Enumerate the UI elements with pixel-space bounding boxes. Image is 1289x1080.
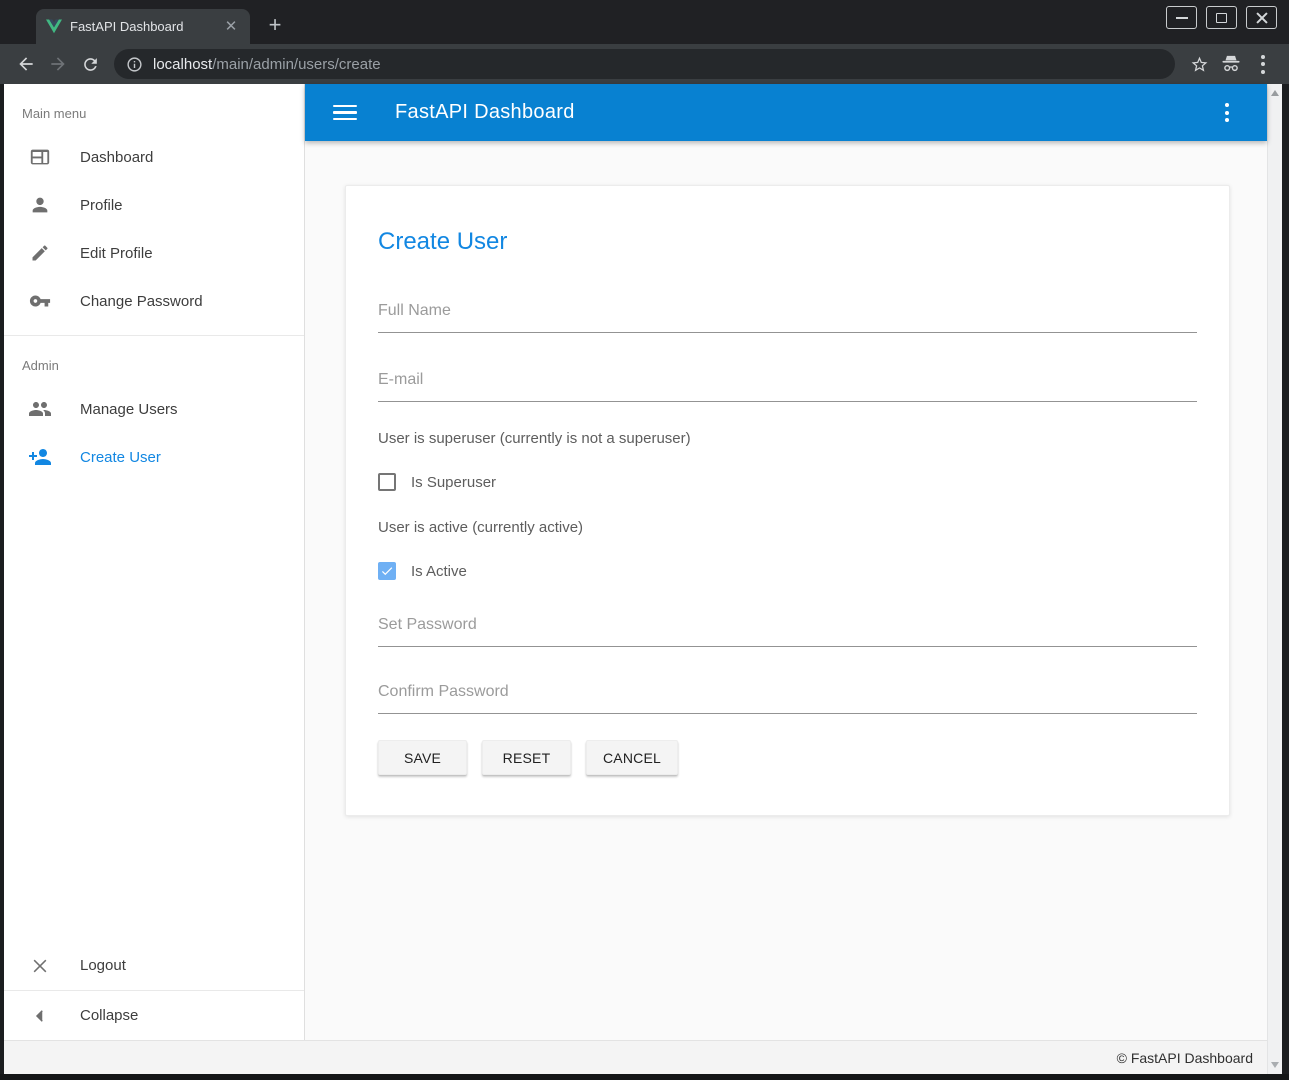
browser-titlebar: FastAPI Dashboard ✕ + (0, 0, 1289, 44)
checkmark-icon (380, 564, 394, 578)
url-path: /main/admin/users/create (212, 56, 380, 73)
dashboard-icon (28, 145, 52, 169)
sidebar-item-change-password[interactable]: Change Password (4, 277, 304, 325)
sidebar: Main menu Dashboard Profile (4, 84, 305, 1040)
appbar: FastAPI Dashboard (305, 84, 1267, 141)
page-scrollbar[interactable] (1267, 84, 1282, 1074)
page-title: Create User (378, 228, 1197, 256)
sidebar-bottom: Logout Collapse (4, 941, 304, 1040)
page-content: Create User User is superuser (currently… (305, 141, 1267, 1040)
save-button[interactable]: SAVE (378, 740, 467, 775)
full-name-input[interactable] (378, 302, 1197, 333)
scroll-up-icon[interactable] (1271, 90, 1279, 96)
sidebar-item-profile[interactable]: Profile (4, 181, 304, 229)
appbar-menu-button[interactable] (1209, 95, 1245, 131)
sidebar-item-logout[interactable]: Logout (4, 941, 304, 990)
superuser-note: User is superuser (currently is not a su… (378, 430, 1197, 447)
is-superuser-checkbox-row[interactable]: Is Superuser (378, 473, 1197, 491)
email-input[interactable] (378, 371, 1197, 402)
is-active-label: Is Active (411, 563, 467, 580)
window-right-border (1282, 84, 1289, 1074)
active-note: User is active (currently active) (378, 519, 1197, 536)
back-icon (16, 54, 36, 74)
sidebar-item-label: Logout (80, 957, 126, 974)
footer-copyright: © FastAPI Dashboard (1117, 1050, 1253, 1066)
back-button[interactable] (10, 48, 42, 80)
main-area: FastAPI Dashboard Create User Use (305, 84, 1267, 1040)
maximize-button[interactable] (1206, 6, 1237, 29)
tab-title: FastAPI Dashboard (70, 19, 222, 34)
close-window-button[interactable] (1246, 6, 1277, 29)
sidebar-item-create-user[interactable]: Create User (4, 433, 304, 481)
sidebar-item-collapse[interactable]: Collapse (4, 991, 304, 1040)
is-active-checkbox[interactable] (378, 562, 396, 580)
incognito-indicator (1215, 48, 1247, 80)
sidebar-item-edit-profile[interactable]: Edit Profile (4, 229, 304, 277)
browser-window: FastAPI Dashboard ✕ + localhost/main/adm… (0, 0, 1289, 1080)
create-user-card: Create User User is superuser (currently… (345, 185, 1230, 816)
set-password-input[interactable] (378, 616, 1197, 647)
appbar-title: FastAPI Dashboard (395, 101, 1209, 124)
sidebar-item-label: Profile (80, 197, 123, 214)
new-tab-button[interactable]: + (262, 13, 288, 39)
people-icon (28, 397, 52, 421)
address-bar[interactable]: localhost/main/admin/users/create (114, 49, 1175, 79)
bookmark-button[interactable] (1183, 48, 1215, 80)
bookmark-star-icon (1190, 55, 1209, 74)
window-controls (1166, 6, 1277, 29)
browser-menu-button[interactable] (1247, 48, 1279, 80)
sidebar-section-label: Admin (4, 358, 304, 385)
reload-button[interactable] (74, 48, 106, 80)
sidebar-section-admin: Admin Manage Users Create User (4, 336, 304, 481)
cancel-button[interactable]: CANCEL (586, 740, 678, 775)
sidebar-item-label: Dashboard (80, 149, 153, 166)
sidebar-item-label: Collapse (80, 1007, 138, 1024)
pencil-icon (28, 241, 52, 265)
maximize-icon (1216, 13, 1227, 23)
sidebar-item-dashboard[interactable]: Dashboard (4, 133, 304, 181)
scroll-down-icon[interactable] (1271, 1062, 1279, 1068)
browser-toolbar: localhost/main/admin/users/create (0, 44, 1289, 84)
hamburger-icon (333, 101, 357, 125)
forward-icon (48, 54, 68, 74)
reload-icon (81, 55, 100, 74)
sidebar-item-label: Manage Users (80, 401, 178, 418)
sidebar-item-label: Edit Profile (80, 245, 153, 262)
is-superuser-label: Is Superuser (411, 474, 496, 491)
form-actions: SAVE RESET CANCEL (378, 740, 1197, 775)
forward-button[interactable] (42, 48, 74, 80)
appbar-kebab-icon (1225, 103, 1229, 122)
page-viewport: Main menu Dashboard Profile (4, 84, 1267, 1074)
sidebar-item-label: Create User (80, 449, 161, 466)
vue-logo-icon (46, 19, 62, 34)
browser-menu-icon (1261, 55, 1265, 74)
sidebar-section-main-menu: Main menu Dashboard Profile (4, 84, 304, 325)
browser-tab[interactable]: FastAPI Dashboard ✕ (36, 9, 250, 44)
person-add-icon (28, 445, 52, 469)
sidebar-item-label: Change Password (80, 293, 203, 310)
minimize-icon (1176, 17, 1188, 19)
confirm-password-input[interactable] (378, 683, 1197, 714)
menu-toggle-button[interactable] (327, 95, 363, 131)
close-window-icon (1256, 12, 1268, 24)
url-text: localhost/main/admin/users/create (153, 56, 381, 73)
page-footer: © FastAPI Dashboard (4, 1040, 1267, 1074)
reset-button[interactable]: RESET (482, 740, 571, 775)
person-icon (28, 193, 52, 217)
close-icon (28, 954, 52, 978)
sidebar-item-manage-users[interactable]: Manage Users (4, 385, 304, 433)
page-info-icon (126, 56, 143, 73)
sidebar-section-label: Main menu (4, 106, 304, 133)
is-superuser-checkbox[interactable] (378, 473, 396, 491)
is-active-checkbox-row[interactable]: Is Active (378, 562, 1197, 580)
window-bottom-border (0, 1074, 1289, 1080)
incognito-icon (1220, 55, 1242, 73)
minimize-button[interactable] (1166, 6, 1197, 29)
key-icon (28, 289, 52, 313)
chevron-left-icon (28, 1004, 52, 1028)
url-host: localhost (153, 56, 212, 73)
tab-close-icon[interactable]: ✕ (222, 18, 240, 36)
